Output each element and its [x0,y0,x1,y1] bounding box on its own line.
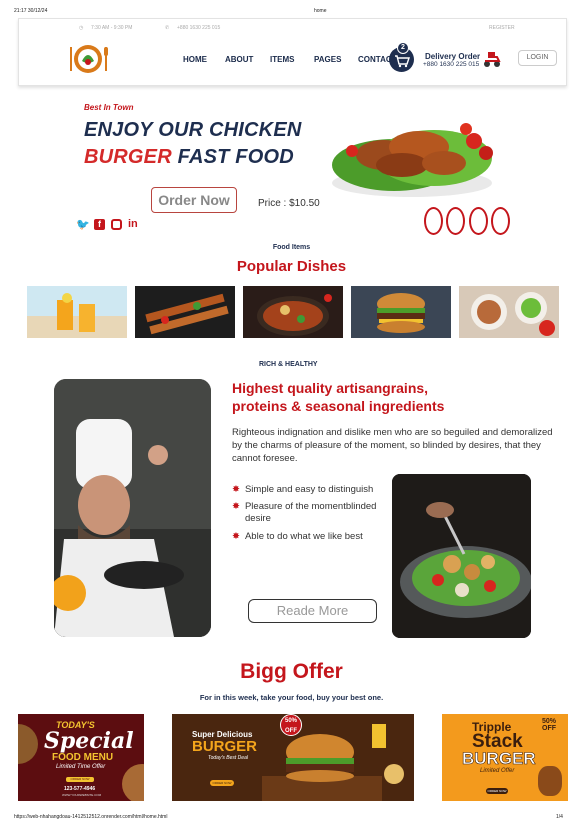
star-icon: ✸ [232,484,240,495]
dish-image-pan[interactable] [243,286,343,338]
clock-icon: ◷ [79,25,84,31]
hero-title-line2: BURGER FAST FOOD [84,146,294,169]
top-phone: +880 1630 225 015 [177,25,221,31]
dishes-subtitle: Food Items [272,244,311,251]
delivery-title: Delivery Order [425,52,481,61]
about-paragraph: Righteous indignation and dislike men wh… [232,427,553,464]
opening-hours: 7:30 AM - 9:30 PM [91,25,133,31]
banner1-order-button[interactable]: ORDER NOW [66,777,94,782]
dish-image-drink[interactable] [27,286,127,338]
star-icon: ✸ [232,531,240,542]
banner2-discount-badge: 50% OFF [280,714,302,736]
banner3-order-button[interactable]: ORDER NOW [486,788,508,794]
hero-price: Price : $10.50 [258,198,320,209]
about-bullet: ✸ Simple and easy to distinguish [232,484,374,495]
hero-chicken-image [324,103,499,201]
hero-title-line1: ENJOY OUR CHICKEN [84,119,302,141]
nav-about[interactable]: ABOUT [225,55,253,64]
cart-button[interactable]: 2 [389,42,414,72]
phone-icon: ✆ [165,25,170,31]
cart-count-badge: 2 [397,42,409,54]
restaurant-logo[interactable] [69,43,109,75]
offer-subtitle: For in this week, take your food, buy yo… [199,693,384,702]
slider-dot[interactable] [446,207,465,235]
banner1-site: WWW.YOURWEBSITE.COM [62,793,102,797]
order-now-button[interactable]: Order Now [151,187,237,213]
print-page-title: home [314,8,327,14]
banner3-line3: BURGER [462,749,536,769]
salad-image [392,474,531,638]
dish-image-platter[interactable] [459,286,559,338]
hero-tag: Best In Town [84,103,134,112]
delivery-phone: +880 1630 225 015 [423,61,480,68]
site-header: ◷ 7:30 AM - 9:30 PM ✆ +880 1630 225 015 … [18,18,567,86]
dish-image-skewers[interactable] [135,286,235,338]
banner2-line3: Today's Best Deal [208,755,248,761]
banner1-line4: Limited Time Offer [56,764,106,770]
print-datetime: 21:17 30/12/24 [14,8,48,14]
nav-home[interactable]: HOME [183,55,207,64]
read-more-button[interactable]: Reade More [248,599,377,623]
banner1-line2: Special [44,728,134,754]
offer-banner-special-menu[interactable]: TODAY'S Special FOOD MENU Limited Time O… [18,714,144,801]
banner-food-decor [122,764,144,801]
chef-image [54,379,211,637]
banner2-order-button[interactable]: ORDER NOW [210,780,234,786]
slider-dot[interactable] [469,207,488,235]
about-title-line2: proteins & seasonal ingredients [232,398,445,414]
hero-title-highlight: BURGER [84,146,172,168]
print-url: https://web-nhahangdoau-1412512512.onren… [14,814,168,820]
banner3-discount-badge: 50% OFF [541,718,556,732]
banner-food-decor [18,724,38,764]
banner3-line4: Limited Offer [480,768,515,774]
dish-image-burger[interactable] [351,286,451,338]
login-button[interactable]: LOGIN [518,50,557,66]
offer-banner-delicious-burger[interactable]: Super Delicious BURGER Today's Best Deal… [172,714,414,801]
about-bullet: ✸ Able to do what we like best [232,531,363,542]
hero-title-rest: FAST FOOD [171,146,294,168]
offer-title: Bigg Offer [240,660,343,683]
register-link[interactable]: REGISTER [489,25,515,31]
nav-pages[interactable]: PAGES [314,55,341,64]
facebook-icon[interactable]: f [94,219,105,230]
delivery-scooter-icon [482,50,502,68]
banner1-line3: FOOD MENU [52,752,114,763]
dishes-title: Popular Dishes [236,258,347,275]
slider-dot[interactable] [491,207,510,235]
print-page-number: 1/4 [556,814,563,820]
offer-banner-tripple-stack[interactable]: Tripple Stack BURGER Limited Offer 50% O… [442,714,568,801]
about-bullet: ✸ Pleasure of the momentblinded desire [232,501,377,524]
banner1-phone: 123-577-4946 [64,786,96,792]
twitter-icon[interactable]: 🐦 [76,218,90,231]
banner3-burger-decor [538,766,562,796]
about-title-line1: Highest quality artisangrains, [232,380,429,396]
instagram-icon[interactable] [111,219,122,230]
linkedin-icon[interactable]: in [128,218,138,230]
slider-dot[interactable] [424,207,443,235]
nav-items[interactable]: ITEMS [270,55,294,64]
banner2-line2: BURGER [192,738,258,755]
about-subtitle: RICH & HEALTHY [259,361,318,368]
star-icon: ✸ [232,501,240,512]
